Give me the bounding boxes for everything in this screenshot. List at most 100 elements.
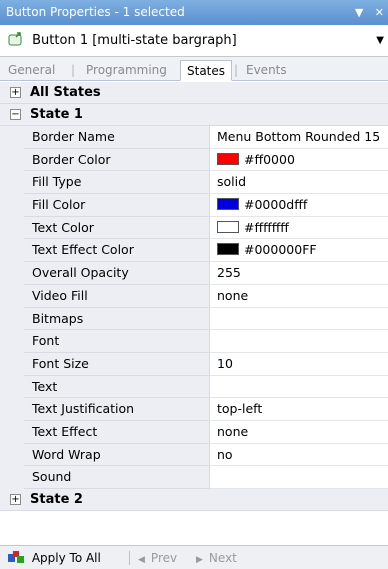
row-gutter: [0, 398, 24, 421]
property-value[interactable]: [209, 466, 388, 489]
tab-separator: |: [71, 63, 76, 77]
property-value[interactable]: no: [209, 443, 388, 467]
button-object-icon: [8, 32, 22, 46]
property-row[interactable]: Font Size 10: [0, 352, 388, 376]
expand-icon[interactable]: +: [10, 494, 21, 505]
property-value[interactable]: [209, 330, 388, 353]
prev-label: Prev: [150, 551, 178, 565]
close-icon[interactable]: ✕: [375, 6, 384, 19]
property-value[interactable]: 10: [209, 352, 388, 376]
property-row[interactable]: Text Justification top-left: [0, 398, 388, 421]
row-gutter: [0, 443, 24, 467]
property-value[interactable]: #000000FF: [209, 239, 388, 263]
property-value[interactable]: #0000dfff: [209, 194, 388, 217]
property-name: Bitmaps: [24, 307, 209, 331]
group-label: State 2: [30, 492, 83, 507]
tab-programming[interactable]: Programming: [80, 60, 173, 81]
row-gutter: [0, 307, 24, 331]
property-row[interactable]: Fill Type solid: [0, 171, 388, 195]
property-value[interactable]: 255: [209, 262, 388, 285]
property-value[interactable]: Menu Bottom Rounded 15: [209, 126, 388, 149]
property-name: Video Fill: [24, 284, 209, 308]
property-row[interactable]: Text Effect none: [0, 420, 388, 444]
row-gutter: [0, 194, 24, 217]
property-row[interactable]: Overall Opacity 255: [0, 262, 388, 285]
menu-dropdown-icon[interactable]: ▼: [355, 6, 363, 19]
property-row[interactable]: Font: [0, 330, 388, 353]
property-value[interactable]: [209, 307, 388, 331]
prev-button[interactable]: ◀ Prev: [138, 546, 177, 569]
row-gutter: [0, 284, 24, 308]
property-value-text: solid: [217, 174, 247, 190]
group-label: State 1: [30, 107, 83, 122]
property-row[interactable]: Sound: [0, 466, 388, 489]
property-value[interactable]: solid: [209, 171, 388, 195]
property-value[interactable]: [209, 375, 388, 399]
property-name: Text Justification: [24, 398, 209, 421]
property-row[interactable]: Text: [0, 375, 388, 399]
property-name: Fill Type: [24, 171, 209, 195]
property-value-text: Menu Bottom Rounded 15: [217, 129, 381, 144]
property-row[interactable]: Border Name Menu Bottom Rounded 15: [0, 126, 388, 149]
property-name: Font Size: [24, 352, 209, 376]
property-value-text: 10: [217, 355, 233, 371]
property-rows: Border Name Menu Bottom Rounded 15 Border …: [0, 126, 388, 489]
tab-states[interactable]: States: [180, 60, 233, 81]
apply-to-all-label: Apply To All: [31, 551, 101, 565]
group-all-states[interactable]: + All States: [0, 82, 388, 104]
property-row[interactable]: Bitmaps: [0, 307, 388, 331]
color-swatch[interactable]: [217, 198, 239, 211]
panel-titlebar: Button Properties - 1 selected ▼ ✕: [0, 0, 388, 25]
property-row[interactable]: Word Wrap no: [0, 443, 388, 467]
row-gutter: [0, 239, 24, 263]
property-grid: + All States − State 1 Border Name Menu B…: [0, 82, 388, 511]
tab-events[interactable]: Events: [240, 60, 293, 81]
row-gutter: [0, 216, 24, 240]
collapse-icon[interactable]: −: [10, 109, 21, 120]
next-button[interactable]: ▶ Next: [196, 546, 237, 569]
group-label: All States: [30, 85, 101, 100]
property-name: Border Name: [24, 126, 209, 149]
property-row[interactable]: Text Color #ffffffff: [0, 216, 388, 240]
color-swatch[interactable]: [217, 152, 239, 165]
property-name: Text: [24, 375, 209, 399]
color-swatch[interactable]: [217, 243, 239, 256]
object-selector[interactable]: Button 1 [multi-state bargraph] ▼: [0, 25, 388, 57]
property-value[interactable]: #ffffffff: [209, 216, 388, 240]
apply-to-all-button[interactable]: Apply To All: [8, 546, 101, 569]
property-name: Text Effect: [24, 420, 209, 444]
chevron-down-icon[interactable]: ▼: [376, 25, 384, 57]
row-gutter: [0, 420, 24, 444]
property-name: Fill Color: [24, 194, 209, 217]
property-value-text: #ffffffff: [244, 219, 289, 235]
property-row[interactable]: Fill Color #0000dfff: [0, 194, 388, 217]
row-gutter: [0, 375, 24, 399]
property-value[interactable]: none: [209, 420, 388, 444]
property-value-text: #000000FF: [244, 242, 317, 258]
property-value-text: 255: [217, 265, 241, 281]
next-label: Next: [208, 551, 237, 565]
group-state-1[interactable]: − State 1: [0, 104, 388, 126]
expand-icon[interactable]: +: [10, 87, 21, 98]
group-state-2[interactable]: + State 2: [0, 489, 388, 511]
row-gutter: [0, 352, 24, 376]
property-value[interactable]: top-left: [209, 398, 388, 421]
color-swatch[interactable]: [217, 220, 239, 233]
property-value-text: none: [217, 287, 249, 303]
property-name: Border Color: [24, 148, 209, 172]
property-value-text: top-left: [217, 401, 263, 417]
property-row[interactable]: Border Color #ff0000: [0, 148, 388, 172]
tab-separator: |: [234, 63, 239, 77]
bottom-toolbar: Apply To All ◀ Prev ▶ Next: [0, 545, 388, 569]
property-value[interactable]: #ff0000: [209, 148, 388, 172]
tab-general[interactable]: General: [2, 60, 61, 81]
row-gutter: [0, 126, 24, 149]
apply-all-icon: [8, 551, 24, 563]
property-row[interactable]: Text Effect Color #000000FF: [0, 239, 388, 263]
property-value[interactable]: none: [209, 284, 388, 308]
property-name: Overall Opacity: [24, 262, 209, 285]
selected-object-label: Button 1 [multi-state bargraph]: [32, 33, 237, 48]
property-name: Text Effect Color: [24, 239, 209, 263]
row-gutter: [0, 466, 24, 489]
property-row[interactable]: Video Fill none: [0, 284, 388, 308]
